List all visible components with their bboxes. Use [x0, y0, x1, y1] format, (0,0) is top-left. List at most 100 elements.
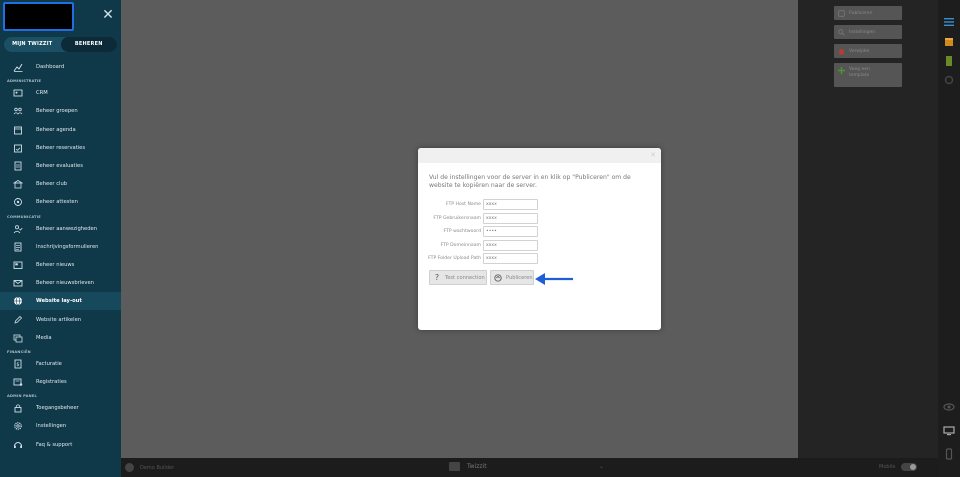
ftp-domain-label: FTP Domeinnaam [440, 242, 481, 248]
tab-mijn-twizzit[interactable]: MIJN TWIZZIT [4, 37, 61, 52]
publish-icon [494, 273, 502, 282]
ftp-path-row: FTP Folder Upload Path xxxx [418, 252, 661, 264]
annotation-arrow [535, 273, 573, 285]
settings-button[interactable]: Instellingen [834, 25, 902, 39]
page-selector-label: Demo Builder [140, 464, 175, 471]
sidebar-item-label: Beheer club [36, 181, 68, 188]
gear-icon [12, 421, 23, 432]
close-sidebar-icon[interactable]: ✕ [101, 8, 115, 22]
add-template-label: Voeg een template [849, 67, 870, 78]
sidebar-item-label: Media [36, 334, 52, 341]
sidebar-item-beheer-groepen[interactable]: Beheer groepen [0, 102, 121, 120]
mobile-toggle[interactable] [901, 463, 918, 471]
sidebar-item-dashboard[interactable]: Dashboard [0, 58, 121, 76]
sidebar-item-label: Beheer attesten [36, 199, 78, 206]
test-connection-button[interactable]: ? Test connection [429, 270, 487, 285]
calendar-icon [12, 124, 23, 135]
headset-icon [12, 439, 23, 450]
logo-placeholder[interactable] [3, 2, 74, 31]
svg-text:$: $ [16, 362, 19, 368]
sidebar-item-label: Facturatie [36, 360, 62, 367]
ftp-domain-input[interactable]: xxxx [483, 239, 538, 251]
tab-beheren[interactable]: BEHEREN [60, 37, 117, 52]
lock-icon [12, 403, 23, 414]
ftp-password-input[interactable]: •••• [483, 225, 538, 237]
sidebar-item-beheer-reservaties[interactable]: Beheer reservaties [0, 139, 121, 157]
ftp-domain-row: FTP Domeinnaam xxxx [418, 239, 661, 251]
trash-icon [839, 48, 844, 54]
sidebar-item-label: Faq & support [36, 441, 73, 448]
sidebar-item-facturatie[interactable]: $ Facturatie [0, 355, 121, 373]
ftp-host-row: FTP Host Name xxxx [418, 198, 661, 210]
page-selector[interactable]: Demo Builder [125, 463, 174, 472]
pencil-icon [12, 314, 23, 325]
ftp-password-label: FTP wachtwoord [443, 228, 481, 234]
sidebar-item-beheer-agenda[interactable]: Beheer agenda [0, 121, 121, 139]
sidebar-item-beheer-nieuwsbrieven[interactable]: Beheer nieuwsbrieven [0, 274, 121, 292]
sidebar-item-media[interactable]: Media [0, 329, 121, 347]
desktop-icon[interactable] [943, 425, 955, 437]
sidebar-item-label: Beheer aanwezigheden [36, 225, 97, 232]
sidebar-item-website-lay-out[interactable]: Website lay-out [0, 292, 121, 311]
publish-icon [838, 9, 845, 17]
sidebar-item-beheer-nieuws[interactable]: Beheer nieuws [0, 256, 121, 274]
dialog-instructions: Vul de instellingen voor de server in en… [429, 174, 631, 189]
sidebar-item-label: Website lay-out [36, 298, 82, 305]
certificate-icon [12, 197, 23, 208]
bottom-bar: Demo Builder Twizzit ⌄ Mobile [121, 458, 938, 477]
section-administratie: ADMINISTRATIE [7, 79, 42, 84]
sidebar-item-label: Beheer agenda [36, 126, 76, 133]
sidebar-item-website-artikelen[interactable]: Website artikelen [0, 310, 121, 328]
sidebar-item-label: Beheer reservaties [36, 144, 86, 151]
sidebar-item-label: Instellingen [36, 423, 67, 430]
site-selector[interactable]: Twizzit [449, 462, 487, 471]
ftp-host-input[interactable]: xxxx [483, 198, 538, 210]
mobile-icon[interactable] [943, 448, 955, 460]
media-icon [12, 332, 23, 343]
sidebar-item-label: Dashboard [36, 64, 65, 71]
calendar-check-icon [12, 142, 23, 153]
ftp-user-input[interactable]: xxxx [483, 212, 538, 224]
dialog-header: ✕ [418, 148, 661, 163]
gear-icon[interactable] [943, 74, 955, 86]
add-template-button[interactable]: Voeg een template [834, 63, 902, 87]
sidebar-item-crm[interactable]: CRM [0, 84, 121, 102]
ftp-host-label: FTP Host Name [445, 201, 481, 207]
menu-icon[interactable] [943, 16, 955, 28]
user-check-icon [12, 223, 23, 234]
dialog-publish-button[interactable]: Publiceren [490, 270, 534, 285]
sidebar-item-label: Website artikelen [36, 316, 82, 323]
sidebar-item-label: Beheer groepen [36, 108, 78, 115]
chevron-down-icon[interactable]: ⌄ [599, 463, 604, 470]
sidebar-item-beheer-aanwezigheden[interactable]: Beheer aanwezigheden [0, 220, 121, 238]
document-icon[interactable] [943, 55, 955, 67]
section-admin-panel: ADMIN PANEL [7, 394, 37, 399]
chart-line-icon [12, 62, 23, 73]
sidebar-item-toegangsbeheer[interactable]: Toegangsbeheer [0, 399, 121, 417]
registration-icon [12, 377, 23, 388]
site-selector-label: Twizzit [467, 463, 487, 470]
ftp-password-row: FTP wachtwoord •••• [418, 225, 661, 237]
sidebar-item-faq-support[interactable]: Faq & support [0, 436, 121, 454]
ftp-path-input[interactable]: xxxx [483, 252, 538, 264]
section-financien: FINANCIËN [7, 349, 31, 354]
box-icon[interactable] [943, 36, 955, 48]
publish-button[interactable]: Publiceren [834, 6, 902, 20]
dialog-publish-label: Publiceren [506, 274, 533, 281]
eye-icon[interactable] [943, 401, 955, 413]
delete-label: Verwijder [849, 48, 871, 54]
sidebar-item-inschrijvingsformulieren[interactable]: Inschrijvingsformulieren [0, 238, 121, 256]
ftp-path-label: FTP Folder Upload Path [428, 255, 481, 261]
sidebar-item-label: Registraties [36, 379, 67, 386]
mail-icon [12, 278, 23, 289]
sidebar-item-beheer-evaluaties[interactable]: Beheer evaluaties [0, 157, 121, 175]
sidebar-item-instellingen[interactable]: Instellingen [0, 417, 121, 435]
sidebar-item-beheer-attesten[interactable]: Beheer attesten [0, 193, 121, 211]
newspaper-icon [12, 259, 23, 270]
close-icon[interactable]: ✕ [650, 151, 656, 159]
delete-button[interactable]: Verwijder [834, 44, 902, 58]
sidebar-item-beheer-club[interactable]: Beheer club [0, 175, 121, 193]
test-connection-label: Test connection [445, 274, 485, 281]
sidebar-item-registraties[interactable]: Registraties [0, 373, 121, 391]
evaluation-icon [12, 161, 23, 172]
